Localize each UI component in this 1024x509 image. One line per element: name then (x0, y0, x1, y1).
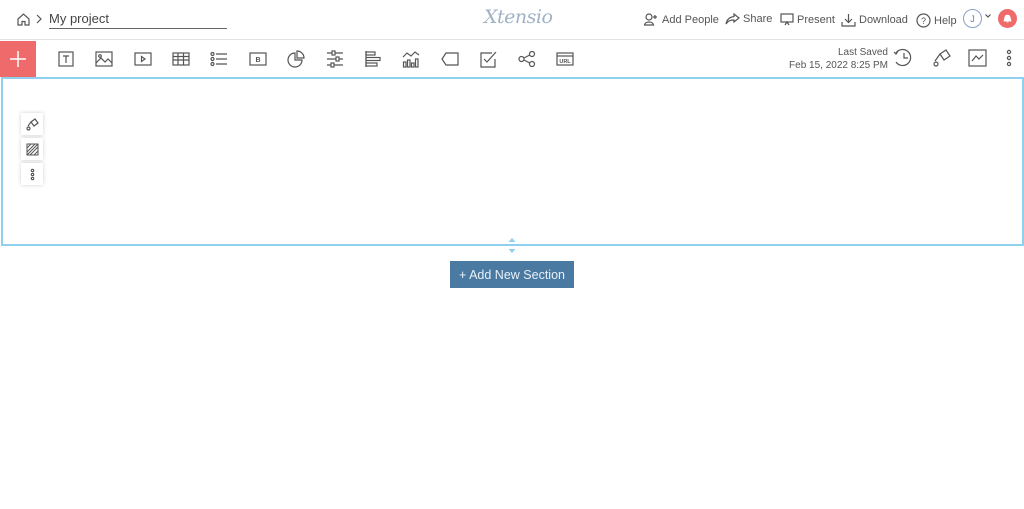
share-nodes-tool[interactable] (516, 48, 538, 70)
bar-chart-icon (365, 51, 381, 67)
share-icon (725, 13, 740, 25)
help-label: Help (934, 14, 957, 27)
share-label: Share (743, 13, 773, 25)
present-label: Present (797, 13, 835, 26)
tag-tool[interactable] (439, 48, 461, 70)
analytics-button[interactable] (968, 49, 987, 67)
last-saved-label: Last Saved (837, 47, 888, 58)
image-tool[interactable] (93, 48, 115, 70)
resize-handle-icon[interactable] (507, 237, 517, 254)
download-button[interactable]: Download (841, 13, 908, 27)
home-icon[interactable] (16, 12, 31, 27)
resize-arrows-icon (508, 238, 516, 253)
download-icon (841, 14, 856, 27)
present-button[interactable]: Present (780, 13, 835, 26)
chevron-down-icon[interactable] (985, 14, 991, 18)
url-icon: URL (556, 52, 574, 66)
pattern-icon (26, 143, 38, 155)
vertical-ellipsis-icon (30, 168, 34, 180)
section-more-button[interactable] (21, 163, 43, 185)
more-options-button[interactable] (1005, 49, 1013, 67)
button-tool[interactable]: B (247, 48, 269, 70)
video-icon (134, 52, 152, 66)
text-icon (58, 51, 74, 67)
svg-text:B: B (255, 57, 260, 64)
help-icon: ? (916, 13, 931, 28)
table-tool[interactable] (170, 48, 192, 70)
bar-chart-tool[interactable] (362, 48, 384, 70)
svg-text:?: ? (921, 16, 926, 26)
add-people-button[interactable]: Add People (644, 13, 719, 26)
add-new-section-button[interactable]: + Add New Section (450, 261, 574, 288)
logo[interactable]: Xtensio (484, 6, 553, 28)
checkbox-icon (480, 51, 497, 68)
bell-icon (1003, 14, 1012, 23)
video-tool[interactable] (132, 48, 154, 70)
svg-text:URL: URL (559, 59, 571, 65)
history-button[interactable] (893, 48, 915, 68)
section-background-button[interactable] (21, 138, 43, 160)
download-label: Download (859, 14, 908, 26)
checkbox-tool[interactable] (478, 48, 500, 70)
line-graph-icon (968, 49, 987, 67)
add-person-icon (644, 13, 657, 26)
share-nodes-icon (518, 51, 536, 67)
present-icon (780, 13, 794, 26)
plus-icon (10, 51, 26, 67)
theme-button[interactable] (932, 48, 952, 68)
image-icon (95, 51, 113, 67)
notification-bell-button[interactable] (998, 9, 1017, 28)
tag-icon (441, 52, 459, 66)
share-button[interactable]: Share (725, 13, 772, 25)
list-icon (210, 51, 227, 67)
canvas-section[interactable] (1, 77, 1024, 246)
paint-bucket-icon (25, 117, 39, 131)
history-icon (893, 48, 912, 67)
last-saved-time: Feb 15, 2022 8:25 PM (789, 60, 888, 71)
table-icon (172, 52, 190, 66)
avatar[interactable]: J (963, 9, 982, 28)
project-title-input[interactable]: My project (49, 11, 227, 29)
list-tool[interactable] (208, 48, 230, 70)
section-theme-button[interactable] (21, 113, 43, 135)
help-button[interactable]: ? Help (916, 13, 957, 28)
sliders-icon (327, 50, 343, 68)
line-chart-icon (402, 51, 420, 68)
slider-tool[interactable] (324, 48, 346, 70)
chart-tool[interactable] (285, 48, 307, 70)
url-tool[interactable]: URL (554, 48, 576, 70)
pie-chart-icon (287, 50, 305, 68)
vertical-ellipsis-icon (1006, 49, 1012, 67)
button-icon: B (249, 52, 267, 66)
breadcrumb-chevron-icon (35, 13, 43, 25)
line-chart-tool[interactable] (400, 48, 422, 70)
add-element-button[interactable] (0, 41, 36, 77)
add-people-label: Add People (662, 13, 719, 26)
paint-bucket-icon (933, 49, 951, 67)
last-saved: Last Saved Feb 15, 2022 8:25 PM (780, 46, 888, 72)
text-tool[interactable] (55, 48, 77, 70)
